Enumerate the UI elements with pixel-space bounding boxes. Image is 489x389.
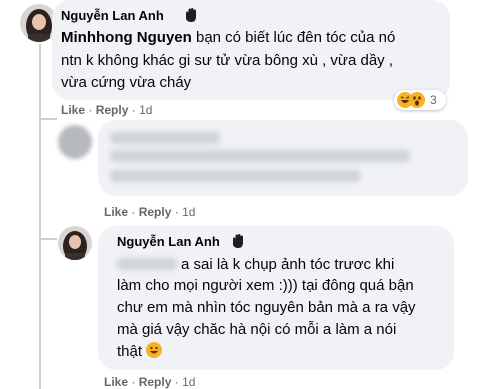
reply-link[interactable]: Reply [139, 205, 172, 219]
blurred-text-line-2 [110, 170, 360, 182]
avatar[interactable] [58, 226, 92, 260]
comment-text-line-2: làm cho mọi người xem :))) tại đông quá … [117, 277, 414, 294]
comment-text-line-1: a sai là k chụp ảnh tóc trươc khi [181, 256, 395, 273]
comment-actions: Like · Reply · 1d [104, 375, 196, 389]
blurred-text-line-1 [110, 150, 410, 162]
comment-actions: Like · Reply · 1d [104, 205, 196, 219]
hand-badge-icon [181, 5, 201, 25]
comment-actions: Like · Reply · 1d [61, 103, 153, 117]
thread-line-branch-1 [39, 118, 57, 120]
like-link[interactable]: Like [61, 103, 85, 117]
comment-text-line-2: ntn k không khác gi sư tử vừa bông xù , … [61, 52, 394, 69]
reply-link[interactable]: Reply [139, 375, 172, 389]
mention-link[interactable]: Minhhong Nguyen [61, 29, 192, 46]
wow-emoji-icon [409, 92, 425, 111]
grin-emoji-icon [146, 342, 163, 364]
thread-line-branch-2 [39, 238, 57, 240]
comment-text-line-3: vừa cứng vừa cháy [61, 74, 192, 91]
reaction-count: 3 [430, 93, 437, 107]
like-link[interactable]: Like [104, 375, 128, 389]
comment-text-line-3: chư em mà nhìn tóc nguyên bản mà a ra vậ… [117, 299, 416, 316]
comment-author[interactable]: Nguyễn Lan Anh [117, 234, 220, 249]
like-link[interactable]: Like [104, 205, 128, 219]
comment-text-line-4: mà giá vậy chăc hà nội có mỗi a làm a nó… [117, 321, 397, 338]
blurred-mention [117, 258, 177, 270]
comment-text-line-1: Minhhong Nguyen bạn có biết lúc đên tóc … [61, 29, 396, 46]
hand-badge-icon [228, 231, 248, 251]
comment-text-line-5: thật [117, 341, 163, 364]
blurred-author [110, 132, 220, 144]
timestamp[interactable]: 1d [182, 205, 195, 219]
comment-author[interactable]: Nguyễn Lan Anh [61, 8, 164, 23]
reactions-summary[interactable]: 3 [394, 90, 446, 110]
thread-line-main [39, 44, 41, 389]
timestamp[interactable]: 1d [182, 375, 195, 389]
timestamp[interactable]: 1d [139, 103, 152, 117]
reply-link[interactable]: Reply [96, 103, 129, 117]
avatar-blurred[interactable] [58, 125, 92, 159]
